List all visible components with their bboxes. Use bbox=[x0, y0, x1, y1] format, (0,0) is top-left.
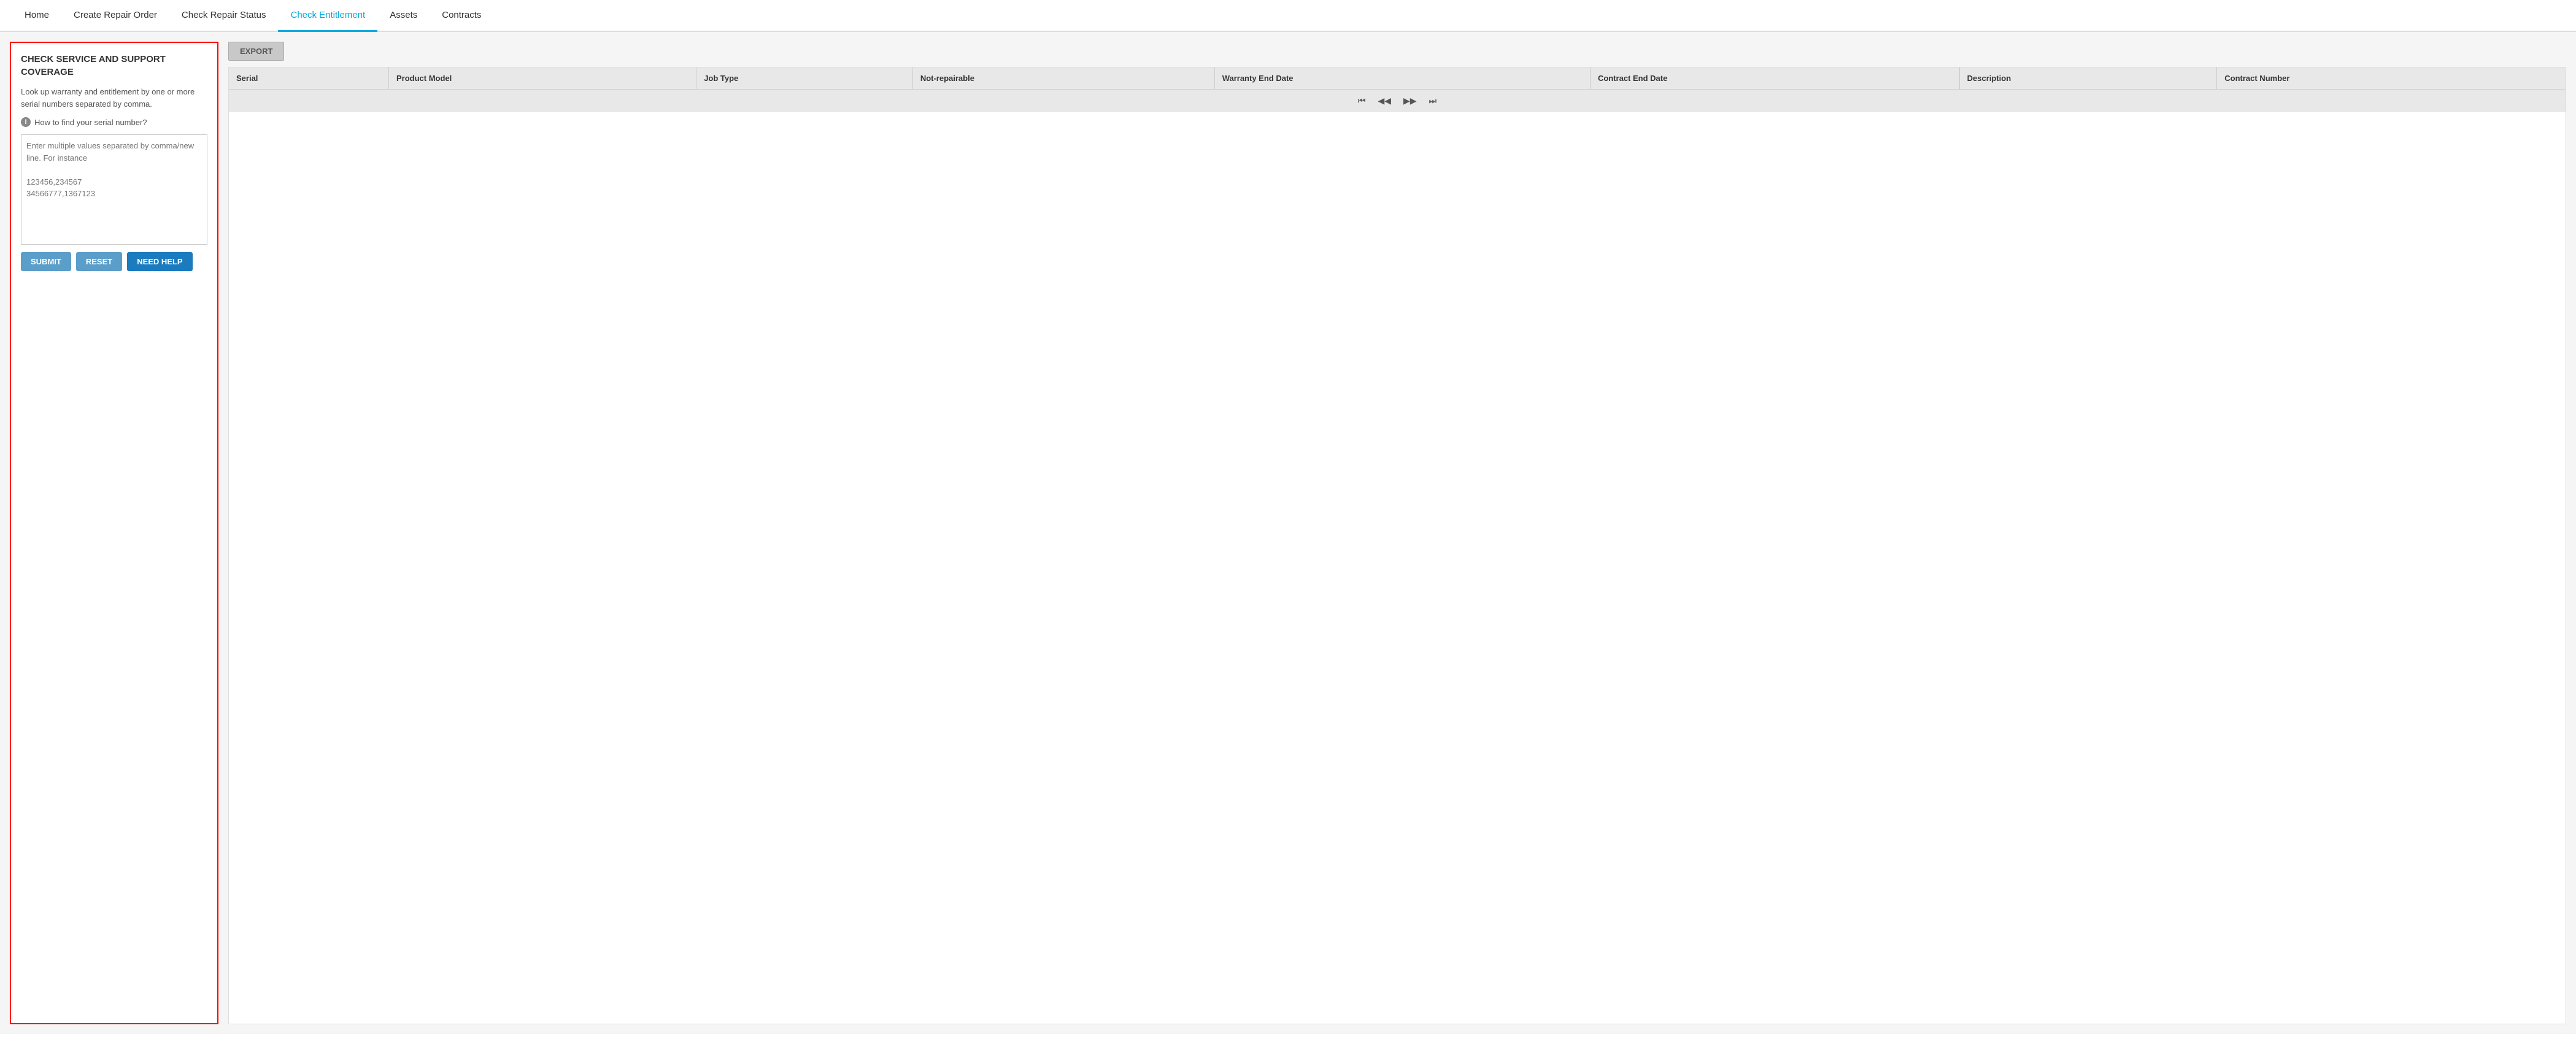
export-button[interactable]: EXPORT bbox=[228, 42, 284, 61]
nav-item-assets[interactable]: Assets bbox=[377, 0, 430, 32]
col-header-serial: Serial bbox=[229, 67, 389, 89]
help-link-text: How to find your serial number? bbox=[34, 118, 147, 127]
nav-item-contracts[interactable]: Contracts bbox=[430, 0, 493, 32]
panel-title: CHECK SERVICE AND SUPPORT COVERAGE bbox=[21, 53, 207, 79]
nav-item-check-entitlement[interactable]: Check Entitlement bbox=[278, 0, 377, 32]
pagination-first-button[interactable]: ⏮ bbox=[1354, 94, 1370, 107]
col-header-warranty-end-date: Warranty End Date bbox=[1214, 67, 1590, 89]
help-link[interactable]: i How to find your serial number? bbox=[21, 117, 207, 127]
nav-item-home[interactable]: Home bbox=[12, 0, 61, 32]
pagination-prev-button[interactable]: ◀◀ bbox=[1374, 94, 1395, 107]
submit-button[interactable]: SUBMIT bbox=[21, 252, 71, 271]
pagination-last-button[interactable]: ⏭ bbox=[1425, 94, 1441, 107]
col-header-contract-number: Contract Number bbox=[2217, 67, 2566, 89]
results-table-container: SerialProduct ModelJob TypeNot-repairabl… bbox=[228, 67, 2566, 1024]
col-header-product-model: Product Model bbox=[389, 67, 696, 89]
serial-input[interactable] bbox=[21, 134, 207, 245]
button-row: SUBMIT RESET NEED HELP bbox=[21, 252, 207, 271]
navigation: HomeCreate Repair OrderCheck Repair Stat… bbox=[0, 0, 2576, 32]
need-help-button[interactable]: NEED HELP bbox=[127, 252, 192, 271]
pagination-next-button[interactable]: ▶▶ bbox=[1400, 94, 1421, 107]
right-panel: EXPORT SerialProduct ModelJob TypeNot-re… bbox=[228, 42, 2566, 1024]
col-header-description: Description bbox=[1959, 67, 2217, 89]
nav-item-create-repair-order[interactable]: Create Repair Order bbox=[61, 0, 169, 32]
pagination-bar: ⏮ ◀◀ ▶▶ ⏭ bbox=[229, 89, 2566, 112]
table-header: SerialProduct ModelJob TypeNot-repairabl… bbox=[229, 67, 2566, 89]
nav-item-check-repair-status[interactable]: Check Repair Status bbox=[169, 0, 279, 32]
table-header-row: SerialProduct ModelJob TypeNot-repairabl… bbox=[229, 67, 2566, 89]
reset-button[interactable]: RESET bbox=[76, 252, 122, 271]
results-table: SerialProduct ModelJob TypeNot-repairabl… bbox=[229, 67, 2566, 89]
col-header-contract-end-date: Contract End Date bbox=[1590, 67, 1959, 89]
col-header-job-type: Job Type bbox=[696, 67, 913, 89]
panel-description: Look up warranty and entitlement by one … bbox=[21, 86, 207, 110]
left-panel: CHECK SERVICE AND SUPPORT COVERAGE Look … bbox=[10, 42, 218, 1024]
col-header-not-repairable: Not-repairable bbox=[912, 67, 1214, 89]
main-content: CHECK SERVICE AND SUPPORT COVERAGE Look … bbox=[0, 32, 2576, 1034]
info-icon: i bbox=[21, 117, 31, 127]
